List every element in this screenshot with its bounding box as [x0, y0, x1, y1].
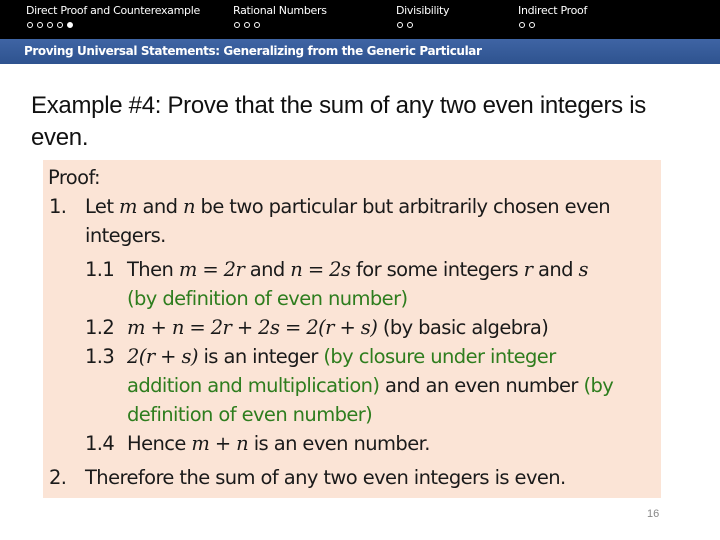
- proof-line: 1. Let m and n be two particular but arbi…: [49, 195, 611, 218]
- proof-step-number: 1.1: [85, 258, 115, 281]
- slide-title: Example #4: Prove that the sum of any tw…: [31, 92, 646, 151]
- nav-dot[interactable]: [519, 22, 525, 28]
- justification-text: (by definition of even number): [127, 287, 408, 310]
- nav-dots-divisibility: [397, 22, 413, 28]
- proof-step-number: 1.3: [85, 345, 115, 368]
- proof-line: definition of even number): [127, 403, 373, 426]
- nav-dot[interactable]: [529, 22, 535, 28]
- nav-dot[interactable]: [47, 22, 53, 28]
- proof-heading: Proof:: [48, 166, 101, 189]
- nav-section-divisibility[interactable]: Divisibility: [396, 4, 450, 17]
- nav-dots-direct-proof: [27, 22, 73, 28]
- proof-text: Let: [85, 195, 119, 218]
- nav-section-direct-proof[interactable]: Direct Proof and Counterexample: [26, 4, 200, 17]
- nav-dot[interactable]: [234, 22, 240, 28]
- proof-text: integers.: [85, 224, 166, 247]
- nav-section-indirect-proof[interactable]: Indirect Proof: [518, 4, 587, 17]
- subsection-bar: Proving Universal Statements: Generalizi…: [0, 39, 720, 64]
- proof-line: 2. Therefore the sum of any two even inte…: [49, 466, 566, 489]
- nav-dot[interactable]: [57, 22, 63, 28]
- proof-line: addition and multiplication) and an even…: [127, 374, 614, 397]
- proof-step-number: 1.: [49, 195, 67, 218]
- subsection-title: Proving Universal Statements: Generalizi…: [24, 44, 482, 58]
- proof-step-number: 1.4: [85, 432, 115, 455]
- nav-dot[interactable]: [407, 22, 413, 28]
- proof-text: and: [136, 195, 183, 218]
- nav-dot[interactable]: [244, 22, 250, 28]
- justification-text: (by closure under integer: [323, 345, 556, 368]
- math-expression: m + n = 2r + 2s = 2(r + s): [127, 316, 378, 339]
- justification-text: definition of even number): [127, 403, 373, 426]
- proof-step-number: 2.: [49, 466, 67, 489]
- proof-text: be two particular but arbitrarily chosen…: [194, 195, 611, 218]
- proof-text: for some integers: [350, 258, 524, 281]
- nav-dot[interactable]: [254, 22, 260, 28]
- nav-dots-rational-numbers: [234, 22, 260, 28]
- math-expression: s: [578, 258, 588, 281]
- proof-text: and an even number: [379, 374, 584, 397]
- nav-dot[interactable]: [397, 22, 403, 28]
- justification-text: (by: [583, 374, 614, 397]
- nav-dot[interactable]: [37, 22, 43, 28]
- proof-line: integers.: [85, 224, 166, 247]
- proof-line: 1.3 2(r + s) is an integer (by closure un…: [85, 345, 556, 368]
- proof-text: is an integer: [197, 345, 324, 368]
- nav-section-rational-numbers[interactable]: Rational Numbers: [233, 4, 327, 17]
- proof-text: and: [532, 258, 579, 281]
- proof-text: is an even number.: [248, 432, 431, 455]
- proof-step-number: 1.2: [85, 316, 115, 339]
- proof-text: Therefore the sum of any two even intege…: [85, 466, 566, 489]
- proof-text: Then: [127, 258, 179, 281]
- proof-line: 1.2 m + n = 2r + 2s = 2(r + s) (by basic …: [85, 316, 549, 339]
- proof-line: (by definition of even number): [127, 287, 408, 310]
- proof-text: Hence: [127, 432, 192, 455]
- page-number: 16: [647, 508, 660, 520]
- math-expression: n: [182, 195, 196, 218]
- proof-text: (by basic algebra): [377, 316, 549, 339]
- section-navigation-bar: Direct Proof and Counterexample Rational…: [0, 0, 720, 39]
- justification-text: addition and multiplication): [127, 374, 380, 397]
- nav-dot-current[interactable]: [67, 22, 73, 28]
- math-expression: n = 2s: [290, 258, 351, 281]
- math-expression: 2(r + s): [127, 345, 198, 368]
- math-expression: m + n: [191, 432, 249, 455]
- nav-dots-indirect-proof: [519, 22, 535, 28]
- proof-line: 1.4 Hence m + n is an even number.: [85, 432, 430, 455]
- proof-text: and: [244, 258, 291, 281]
- math-expression: m: [118, 195, 138, 218]
- math-expression: m = 2r: [178, 258, 245, 281]
- proof-line: 1.1 Then m = 2r and n = 2s for some integ…: [85, 258, 589, 281]
- nav-dot[interactable]: [27, 22, 33, 28]
- proof-box: Proof: 1. Let m and n be two particular b…: [43, 160, 661, 498]
